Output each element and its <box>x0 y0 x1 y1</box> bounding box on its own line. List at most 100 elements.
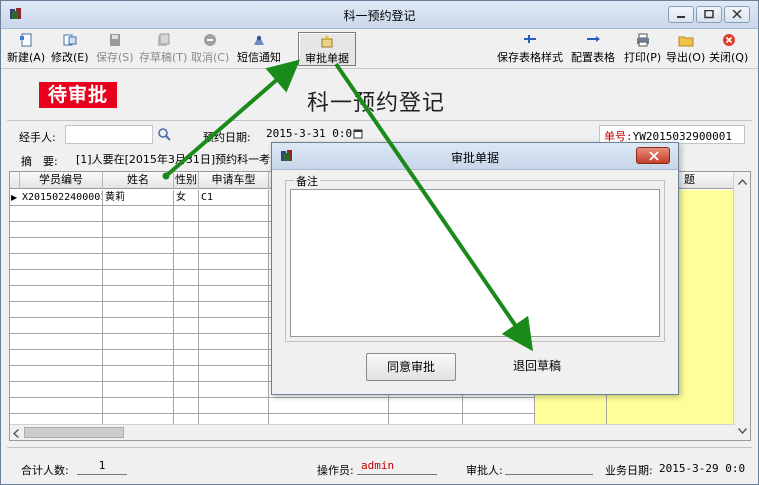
search-icon[interactable] <box>157 127 171 141</box>
col-gender[interactable]: 性别 <box>174 172 199 189</box>
table-cell[interactable] <box>174 254 199 270</box>
table-cell[interactable] <box>20 366 103 382</box>
table-cell[interactable] <box>20 238 103 254</box>
table-cell[interactable] <box>199 302 269 318</box>
horizontal-scrollbar[interactable] <box>10 424 735 440</box>
scroll-left-icon[interactable] <box>13 429 19 438</box>
table-cell[interactable]: C1 <box>199 190 269 206</box>
table-row[interactable] <box>10 398 750 414</box>
scroll-up-icon[interactable] <box>738 179 747 185</box>
table-cell[interactable] <box>174 286 199 302</box>
table-cell[interactable] <box>199 270 269 286</box>
sms-icon <box>254 35 264 45</box>
vertical-scrollbar[interactable] <box>733 172 750 440</box>
col-student-id[interactable]: 学员编号 <box>20 172 103 189</box>
table-cell[interactable] <box>174 318 199 334</box>
col-name[interactable]: 姓名 <box>103 172 174 189</box>
config-grid-button[interactable]: 配置表格 <box>571 32 615 66</box>
table-cell[interactable] <box>463 398 535 414</box>
table-cell[interactable] <box>174 222 199 238</box>
table-cell[interactable] <box>103 302 174 318</box>
table-cell[interactable] <box>103 270 174 286</box>
table-cell[interactable]: 女 <box>174 190 199 206</box>
col-car-type[interactable]: 申请车型 <box>199 172 269 189</box>
table-cell[interactable] <box>103 286 174 302</box>
scroll-down-icon[interactable] <box>738 428 747 434</box>
table-cell[interactable] <box>199 382 269 398</box>
table-cell[interactable] <box>20 350 103 366</box>
handler-label: 经手人: <box>19 131 56 144</box>
table-cell[interactable] <box>20 398 103 414</box>
edit-button[interactable]: 修改(E) <box>51 32 89 66</box>
table-cell[interactable] <box>20 302 103 318</box>
table-cell[interactable] <box>199 350 269 366</box>
table-cell[interactable] <box>103 318 174 334</box>
table-cell[interactable] <box>174 206 199 222</box>
table-cell[interactable]: 黄莉 <box>103 190 174 206</box>
approve-document-button[interactable]: 审批单据 <box>298 32 356 66</box>
dialog-close-button[interactable] <box>636 147 670 164</box>
table-cell[interactable] <box>607 398 735 414</box>
print-button[interactable]: 打印(P) <box>624 32 661 66</box>
table-cell[interactable] <box>174 302 199 318</box>
save-grid-style-button[interactable]: 保存表格样式 <box>497 32 563 66</box>
save-draft-button[interactable]: 存草稿(T) <box>139 32 187 66</box>
export-button[interactable]: 导出(O) <box>666 32 705 66</box>
table-cell[interactable] <box>174 398 199 414</box>
save-button[interactable]: 保存(S) <box>96 32 134 66</box>
calendar-icon[interactable] <box>353 129 363 139</box>
table-cell[interactable] <box>20 286 103 302</box>
table-cell[interactable] <box>174 350 199 366</box>
cancel-button[interactable]: 取消(C) <box>191 32 229 66</box>
table-cell[interactable] <box>20 318 103 334</box>
table-cell[interactable] <box>174 366 199 382</box>
table-cell[interactable] <box>20 222 103 238</box>
title-bar: 科一预约登记 <box>1 1 758 29</box>
table-cell[interactable] <box>199 318 269 334</box>
agree-approve-button[interactable]: 同意审批 <box>366 353 456 381</box>
table-cell[interactable] <box>174 334 199 350</box>
summary-input[interactable]: [1]人要在[2015年3月31日]预约科一考 <box>73 149 283 168</box>
close-icon <box>649 151 659 161</box>
table-cell[interactable] <box>103 366 174 382</box>
handler-input[interactable] <box>65 125 153 144</box>
close-window-button[interactable] <box>724 6 750 23</box>
table-cell[interactable] <box>103 238 174 254</box>
table-cell[interactable] <box>535 398 607 414</box>
remark-textarea[interactable] <box>290 189 660 337</box>
table-cell[interactable] <box>199 366 269 382</box>
table-cell[interactable] <box>199 286 269 302</box>
close-form-button[interactable]: 关闭(Q) <box>709 32 748 66</box>
table-cell[interactable] <box>199 334 269 350</box>
table-cell[interactable] <box>103 350 174 366</box>
table-cell[interactable] <box>199 206 269 222</box>
table-cell[interactable] <box>103 206 174 222</box>
table-cell[interactable] <box>103 382 174 398</box>
table-cell[interactable] <box>20 382 103 398</box>
table-cell[interactable] <box>103 222 174 238</box>
table-cell[interactable] <box>103 254 174 270</box>
table-cell[interactable] <box>199 398 269 414</box>
table-cell[interactable] <box>199 238 269 254</box>
table-cell[interactable] <box>103 334 174 350</box>
table-cell[interactable] <box>174 270 199 286</box>
maximize-button[interactable] <box>696 6 722 23</box>
table-cell[interactable] <box>20 270 103 286</box>
table-cell[interactable] <box>174 382 199 398</box>
table-cell[interactable]: X2015022400001 <box>20 190 103 206</box>
table-cell[interactable] <box>269 398 389 414</box>
new-button[interactable]: 新建(A) <box>7 32 45 66</box>
table-cell[interactable] <box>199 254 269 270</box>
return-draft-button[interactable]: 退回草稿 <box>492 353 582 381</box>
table-cell[interactable] <box>199 222 269 238</box>
minimize-button[interactable] <box>668 6 694 23</box>
close-form-button-label: 关闭(Q) <box>709 51 749 64</box>
sms-notify-button[interactable]: 短信通知 <box>237 32 281 66</box>
table-cell[interactable] <box>20 206 103 222</box>
table-cell[interactable] <box>389 398 463 414</box>
horizontal-scroll-thumb[interactable] <box>24 427 124 438</box>
table-cell[interactable] <box>20 334 103 350</box>
table-cell[interactable] <box>20 254 103 270</box>
table-cell[interactable] <box>174 238 199 254</box>
table-cell[interactable] <box>103 398 174 414</box>
